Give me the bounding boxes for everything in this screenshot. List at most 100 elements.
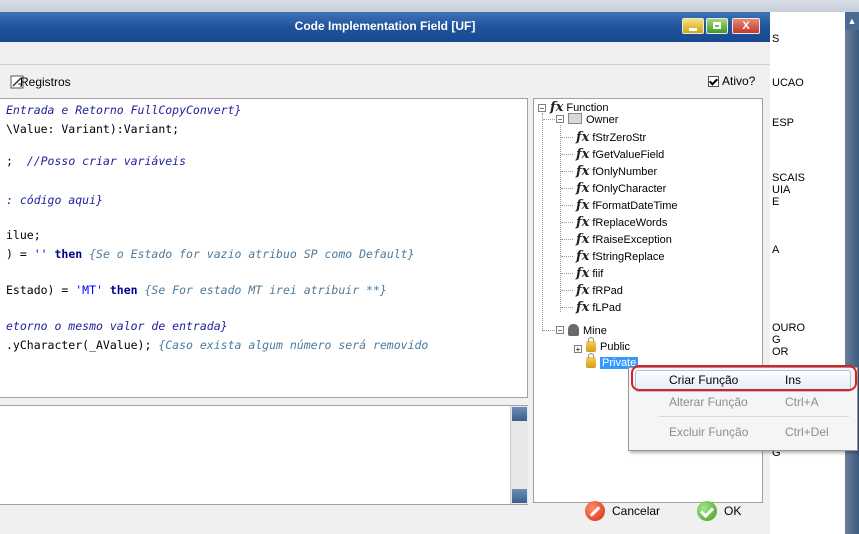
tree-line <box>561 188 573 189</box>
tree-node-label: fOnlyNumber <box>592 166 658 178</box>
function-icon: fx <box>576 215 590 230</box>
background-list-item: OR <box>772 346 789 358</box>
function-icon: fx <box>576 300 590 315</box>
vertical-scrollbar[interactable] <box>510 406 528 504</box>
ativo-checkbox[interactable]: Ativo? <box>708 74 755 88</box>
function-icon: fx <box>576 232 590 247</box>
collapse-icon[interactable]: − <box>556 326 564 335</box>
background-list-item: S <box>772 33 780 45</box>
tree-node-label: fRPad <box>592 285 623 297</box>
code-line: .yCharacter(_AValue); {Caso exista algum… <box>6 338 428 352</box>
code-token: 'MT' <box>75 283 103 297</box>
tree-node-public[interactable]: Public <box>586 337 630 353</box>
tree-node-function-item[interactable]: fx fRaiseException <box>576 232 672 247</box>
menu-item-label: Alterar Função <box>669 395 748 409</box>
function-icon: fx <box>576 181 590 196</box>
cancel-icon <box>585 501 605 521</box>
background-list-item: E <box>772 196 780 208</box>
tree-line <box>561 137 573 138</box>
scroll-up-icon[interactable] <box>512 407 527 421</box>
function-icon: fx <box>576 147 590 162</box>
background-list-item: G <box>772 334 781 346</box>
code-token: then <box>47 247 90 261</box>
tree-node-function-item[interactable]: fx fOnlyCharacter <box>576 181 666 196</box>
tree-line <box>543 330 555 331</box>
code-token: {Se For estado MT irei atribuir **} <box>144 283 387 297</box>
tree-node-label: fLPad <box>592 302 622 314</box>
message-area[interactable] <box>0 405 528 505</box>
ok-icon <box>697 501 717 521</box>
function-icon: fx <box>576 130 590 145</box>
registros-button[interactable]: Registros <box>20 75 71 89</box>
tree-line <box>561 205 573 206</box>
tree-node-label: fRaiseException <box>592 234 672 246</box>
background-list-item: SCAIS <box>772 172 806 184</box>
cancel-button[interactable]: Cancelar <box>585 501 660 521</box>
background-list-panel: S UCAO ESP SCAIS UIA E A OURO G OR G <box>767 12 846 534</box>
code-line: Estado) = 'MT' then {Se For estado MT ir… <box>6 283 387 297</box>
toolbar: Registros Ativo? <box>0 65 770 97</box>
tree-line <box>561 154 573 155</box>
tree-node-function-item[interactable]: fx fStringReplace <box>576 249 665 264</box>
code-token: {Se o Estado for vazio atribuo SP como D… <box>89 247 415 261</box>
menu-item-excluir-funcao[interactable]: Excluir Função Ctrl+Del <box>633 421 851 443</box>
ok-button[interactable]: OK <box>697 501 741 521</box>
code-token: ) = <box>6 247 34 261</box>
tree-line <box>561 290 573 291</box>
cancel-label: Cancelar <box>612 504 661 518</box>
code-token: Estado) = <box>6 283 76 297</box>
tree-node-label: Mine <box>583 325 607 337</box>
checkbox-checked-icon[interactable] <box>708 75 719 87</box>
tree-node-label: fStringReplace <box>592 251 665 263</box>
tree-node-function-item[interactable]: fx fReplaceWords <box>576 215 667 230</box>
code-line: \Value: Variant):Variant; <box>6 122 179 136</box>
code-token: ; <box>6 154 27 168</box>
function-icon: fx <box>576 249 590 264</box>
code-token: ilue; <box>6 228 41 242</box>
collapse-icon[interactable]: − <box>556 115 564 124</box>
minimize-icon <box>689 28 697 31</box>
highlight-annotation <box>631 365 857 391</box>
code-line: ; //Posso criar variáveis <box>6 154 186 168</box>
tree-node-label: fStrZeroStr <box>592 132 647 144</box>
tree-node-function-item[interactable]: fx fGetValueField <box>576 147 664 162</box>
maximize-icon <box>713 22 721 29</box>
collapse-icon[interactable]: − <box>538 104 546 113</box>
tree-node-function-item[interactable]: fx fOnlyNumber <box>576 164 657 179</box>
scroll-up-icon[interactable]: ▲ <box>845 12 859 30</box>
title-bar[interactable]: Code Implementation Field [UF] X <box>0 12 770 42</box>
tree-node-function-item[interactable]: fx fFormatDateTime <box>576 198 678 213</box>
background-scrollbar[interactable]: ▲ <box>845 12 859 534</box>
tree-node-function-item[interactable]: fx fStrZeroStr <box>576 130 646 145</box>
tree-line <box>543 119 555 120</box>
minimize-button[interactable] <box>682 18 704 34</box>
close-button[interactable]: X <box>732 18 760 34</box>
code-token: \Value: Variant):Variant; <box>6 122 180 136</box>
expand-icon[interactable]: + <box>574 345 582 354</box>
tree-node-owner[interactable]: Owner <box>568 113 618 126</box>
code-editor[interactable]: Entrada e Retorno FullCopyConvert} \Value… <box>0 98 528 398</box>
menu-item-shortcut: Ctrl+Del <box>785 425 829 439</box>
tree-node-mine[interactable]: Mine <box>568 324 607 337</box>
tree-node-label: fFormatDateTime <box>592 200 678 212</box>
code-token: '' <box>33 247 48 261</box>
tree-node-label: fiif <box>592 268 604 280</box>
tree-node-function-item[interactable]: fx fLPad <box>576 300 621 315</box>
tree-node-label: fReplaceWords <box>592 217 668 229</box>
background-list-item: UIA <box>772 184 791 196</box>
tree-node-function-item[interactable]: fx fRPad <box>576 283 623 298</box>
function-icon: fx <box>576 283 590 298</box>
code-token: : código aqui} <box>6 193 103 207</box>
function-icon: fx <box>550 100 564 115</box>
menu-separator <box>659 416 849 417</box>
tree-node-label: Public <box>600 341 630 353</box>
code-line: ) = '' then {Se o Estado for vazio atrib… <box>6 247 415 261</box>
tree-node-function-item[interactable]: fx fiif <box>576 266 603 281</box>
code-token: Entrada e Retorno FullCopyConvert} <box>6 103 242 117</box>
menu-item-alterar-funcao[interactable]: Alterar Função Ctrl+A <box>633 391 851 413</box>
scroll-down-icon[interactable] <box>512 489 527 503</box>
code-token: then <box>102 283 145 297</box>
maximize-button[interactable] <box>706 18 728 34</box>
background-list-item: OURO <box>772 322 805 334</box>
function-icon: fx <box>576 198 590 213</box>
